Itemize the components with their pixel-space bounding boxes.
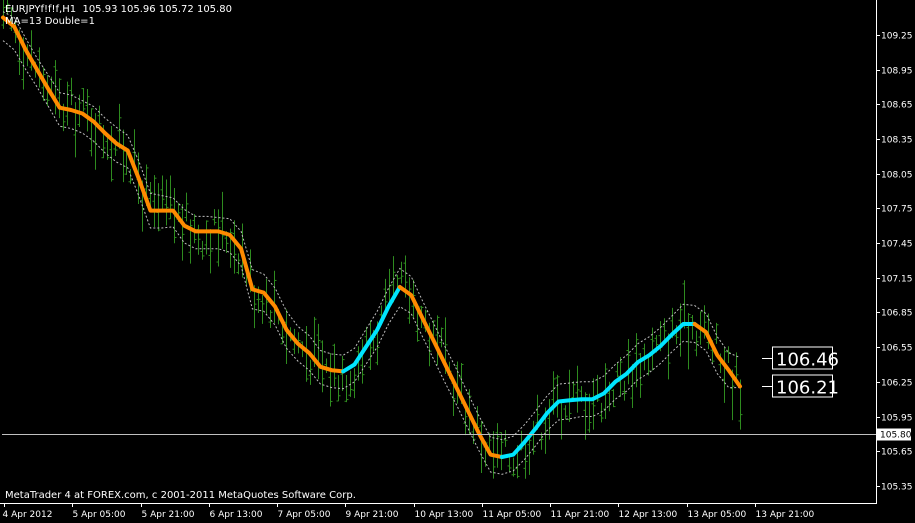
current-price-tag: 105.80 (877, 428, 912, 441)
ma-segment-down (397, 285, 504, 459)
y-tick-label: 108.35 (881, 136, 913, 146)
ma-segment-up (499, 322, 697, 459)
x-tick-label: 11 Apr 05:00 (483, 510, 542, 520)
y-tick-label: 105.35 (881, 483, 913, 493)
indicator-label: MA=13 Double=1 (5, 16, 95, 27)
envelope-lower (2, 40, 740, 475)
y-tick-label: 106.85 (881, 309, 913, 319)
price-level-labels: 106.46 106.21 (762, 346, 839, 399)
x-axis-ticks: 4 Apr 2012 5 Apr 05:00 5 Apr 21:00 6 Apr 13… (3, 503, 815, 520)
level-label: 106.46 (776, 350, 839, 371)
y-tick-label: 108.65 (881, 101, 913, 111)
y-tick-label: 106.25 (881, 379, 913, 389)
x-tick-label: 7 Apr 05:00 (278, 510, 331, 520)
y-tick-label: 109.25 (881, 32, 913, 42)
y-tick-label: 106.55 (881, 344, 913, 354)
envelope-upper (2, 11, 741, 441)
chart-axes (0, 0, 877, 504)
chart-title: EURJPYf!f!f,H1 105.93 105.96 105.72 105.… (5, 4, 232, 15)
y-tick-label: 105.65 (881, 448, 913, 458)
x-tick-label: 11 Apr 21:00 (551, 510, 610, 520)
x-tick-label: 10 Apr 13:00 (415, 510, 474, 520)
x-tick-label: 13 Apr 21:00 (756, 510, 815, 520)
level-label: 106.21 (776, 378, 839, 399)
y-tick-label: 108.95 (881, 67, 913, 77)
envelope-bands (2, 11, 741, 475)
moving-average-line (1, 15, 742, 459)
y-tick-label: 108.05 (881, 171, 913, 181)
x-tick-label: 12 Apr 13:00 (619, 510, 678, 520)
y-axis-ticks: 109.25 108.95 108.65 108.35 108.05 107.75 107.… (876, 32, 913, 493)
x-tick-label: 4 Apr 2012 (3, 510, 53, 520)
x-tick-label: 13 Apr 05:00 (688, 510, 747, 520)
x-tick-label: 6 Apr 13:00 (210, 510, 263, 520)
copyright-text: MetaTrader 4 at FOREX.com, c 2001-2011 M… (5, 490, 356, 501)
price-chart[interactable]: 109.25 108.95 108.65 108.35 108.05 107.75 107.… (0, 0, 915, 523)
x-tick-label: 9 Apr 21:00 (346, 510, 399, 520)
bar-series (1, 0, 743, 479)
current-price-tag-label: 105.80 (880, 431, 912, 441)
ma-segment-up (341, 285, 402, 374)
x-tick-label: 5 Apr 21:00 (142, 510, 195, 520)
y-tick-label: 105.95 (881, 414, 913, 424)
x-tick-label: 5 Apr 05:00 (73, 510, 126, 520)
y-tick-label: 107.15 (881, 275, 913, 285)
y-tick-label: 107.75 (881, 205, 913, 215)
y-tick-label: 107.45 (881, 240, 913, 250)
